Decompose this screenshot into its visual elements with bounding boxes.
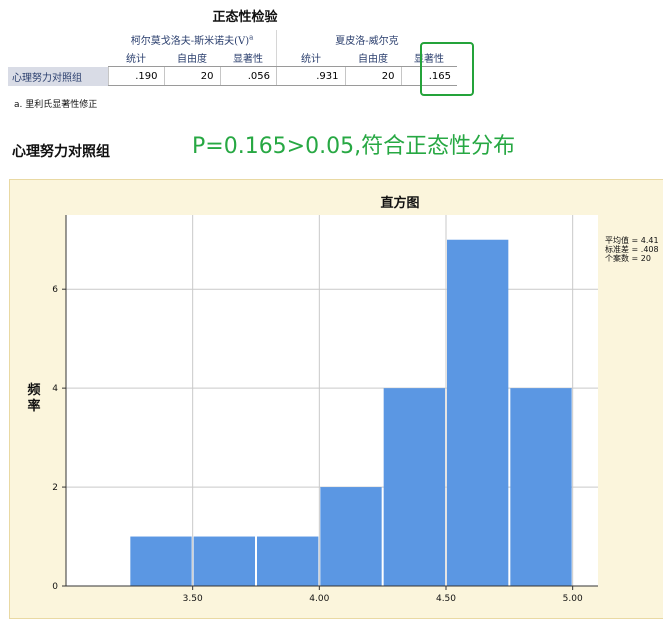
y-axis-label: 率 bbox=[27, 398, 40, 414]
table-cell: .056 bbox=[219, 66, 277, 86]
table-row: 心理努力对照组 .190 20 .056 .931 20 .165 bbox=[8, 66, 457, 86]
histogram-bar bbox=[257, 536, 319, 586]
normality-annotation: P=0.165>0.05,符合正态性分布 bbox=[192, 134, 516, 159]
x-tick-label: 5.00 bbox=[563, 594, 583, 604]
histogram-bar bbox=[510, 388, 572, 586]
table-cell: .190 bbox=[107, 66, 164, 86]
row-label: 心理努力对照组 bbox=[8, 66, 108, 86]
column-header: 显著性 bbox=[220, 48, 277, 67]
normality-test-table: 柯尔莫戈洛夫-斯米诺夫(V)a 夏皮洛-威尔克 统计 自由度 显著性 统计 自由… bbox=[8, 30, 457, 86]
table-cell: 20 bbox=[163, 66, 220, 86]
column-header: 自由度 bbox=[345, 48, 401, 67]
histogram-chart: 0 2 4 6 3.50 4.00 4.50 5.00 直方图频率 平均值 = 4.41标准差 =… bbox=[27, 195, 659, 604]
chart-title: 直方图 bbox=[380, 195, 419, 211]
histogram-bar bbox=[383, 388, 445, 586]
y-tick-label: 6 bbox=[52, 285, 58, 295]
column-header-row: 统计 自由度 显著性 统计 自由度 显著性 bbox=[8, 48, 457, 67]
group-label: 心理努力对照组 bbox=[12, 144, 110, 160]
x-tick-label: 4.50 bbox=[436, 594, 456, 604]
histogram-bar bbox=[447, 239, 509, 586]
x-tick-label: 3.50 bbox=[183, 594, 203, 604]
column-header: 统计 bbox=[108, 48, 164, 67]
y-tick-label: 2 bbox=[52, 483, 58, 493]
table-cell: 20 bbox=[344, 66, 401, 86]
column-header: 统计 bbox=[276, 48, 345, 67]
y-tick-label: 4 bbox=[52, 384, 58, 394]
table-footnote: a. 里利氏显著性修正 bbox=[14, 100, 98, 110]
ks-group-header: 柯尔莫戈洛夫-斯米诺夫(V)a bbox=[130, 33, 254, 47]
stats-text: 平均值 = 4.41 bbox=[605, 235, 659, 245]
table-title: 正态性检验 bbox=[212, 10, 278, 25]
table-cell: .931 bbox=[276, 66, 345, 86]
histogram-bar bbox=[193, 536, 255, 586]
y-tick-label: 0 bbox=[52, 582, 58, 592]
significance-highlight-box bbox=[420, 42, 474, 96]
x-tick-label: 4.00 bbox=[309, 594, 329, 604]
histogram-frame: 0 2 4 6 3.50 4.00 4.50 5.00 直方图频率 平均值 = 4.41 标准差 =… bbox=[9, 179, 663, 619]
column-header: 自由度 bbox=[164, 48, 220, 67]
histogram-bar bbox=[320, 487, 382, 586]
stats-text: 个案数 = 20 bbox=[605, 253, 651, 263]
y-axis-label: 频 bbox=[27, 382, 40, 398]
group-header-row: 柯尔莫戈洛夫-斯米诺夫(V)a 夏皮洛-威尔克 bbox=[8, 30, 457, 48]
stats-text: 标准差 = .408 bbox=[605, 244, 659, 254]
histogram-bar bbox=[130, 536, 192, 586]
